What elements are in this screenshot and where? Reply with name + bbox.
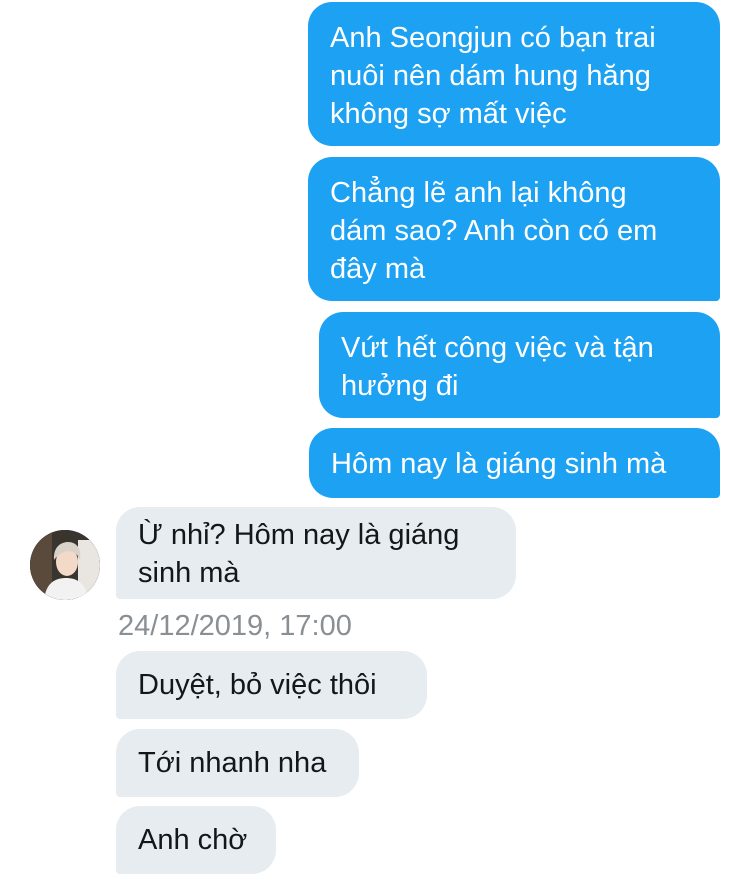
message-timestamp: 24/12/2019, 17:00 — [118, 610, 352, 642]
user-avatar[interactable] — [30, 530, 100, 600]
received-message-bubble[interactable]: Anh chờ — [116, 806, 276, 874]
sent-message-bubble[interactable]: Hôm nay là giáng sinh mà — [309, 428, 720, 498]
received-message-bubble[interactable]: Duyệt, bỏ việc thôi — [116, 651, 427, 719]
received-message-bubble[interactable]: Tới nhanh nha — [116, 729, 359, 797]
received-message-bubble[interactable]: Ừ nhỉ? Hôm nay là giáng sinh mà — [116, 507, 516, 599]
sent-message-bubble[interactable]: Anh Seongjun có bạn trai nuôi nên dám hu… — [308, 2, 720, 146]
avatar-photo-icon — [30, 530, 100, 600]
sent-message-bubble[interactable]: Vứt hết công việc và tận hưởng đi — [319, 312, 720, 418]
sent-message-bubble[interactable]: Chẳng lẽ anh lại không dám sao? Anh còn … — [308, 157, 720, 301]
